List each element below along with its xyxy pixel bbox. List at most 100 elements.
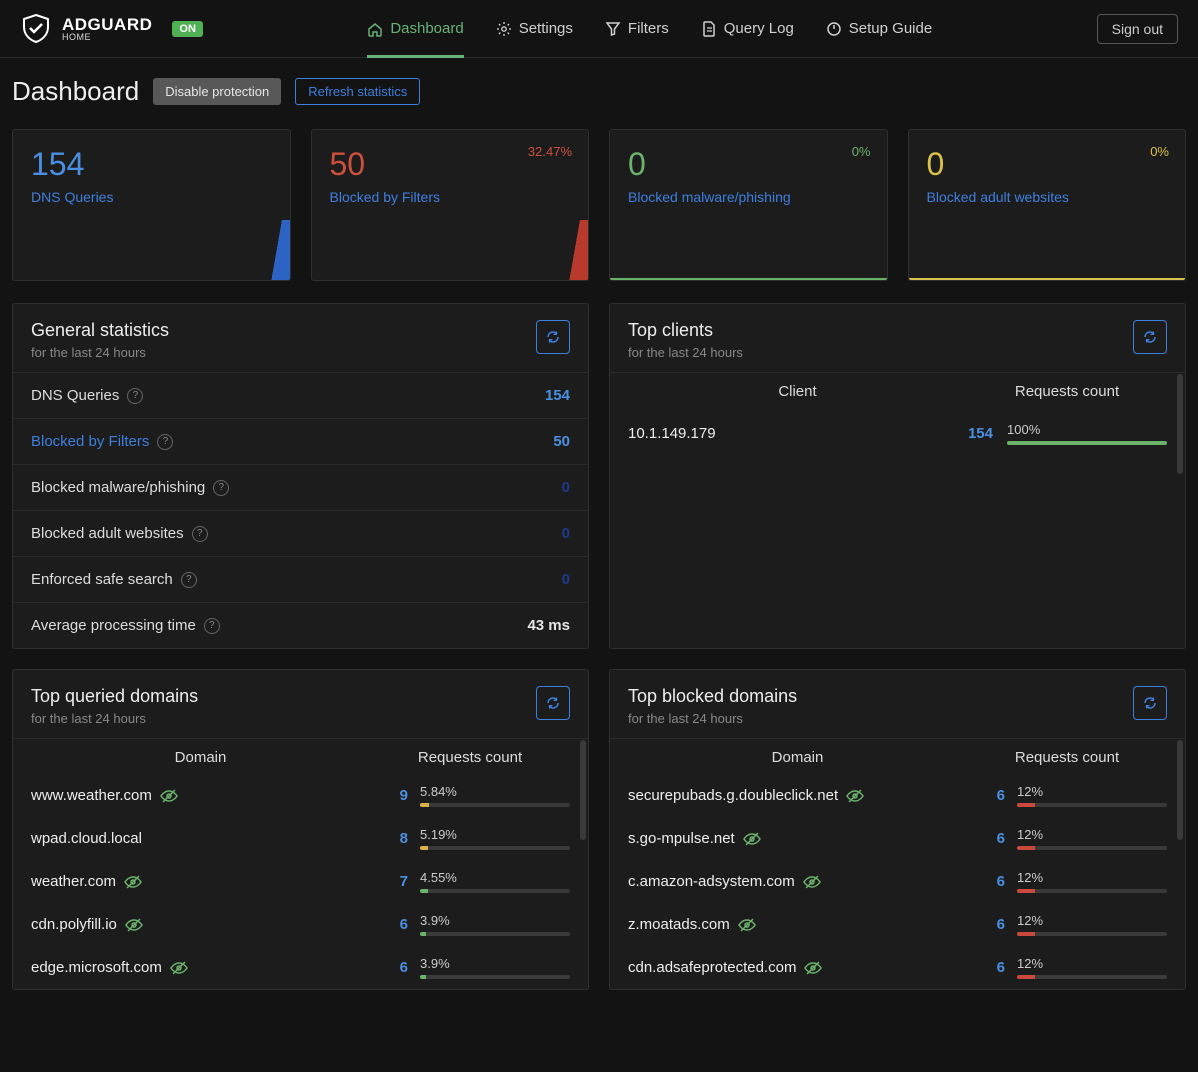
stat-label[interactable]: DNS Queries xyxy=(31,189,272,205)
disable-protection-button[interactable]: Disable protection xyxy=(153,78,281,105)
count-link[interactable]: 6 xyxy=(969,916,1005,933)
stat-name: Blocked adult websites ? xyxy=(31,525,208,542)
pct-cell: 12% xyxy=(1017,956,1167,979)
help-icon[interactable]: ? xyxy=(213,480,229,496)
domain-cell: s.go-mpulse.net xyxy=(628,830,957,848)
tracker-icon[interactable] xyxy=(170,959,188,977)
power-icon xyxy=(826,21,842,37)
tracker-icon[interactable] xyxy=(124,873,142,891)
help-icon[interactable]: ? xyxy=(157,434,173,450)
help-icon[interactable]: ? xyxy=(192,526,208,542)
pct-cell: 12% xyxy=(1017,784,1167,807)
domain-cell: z.moatads.com xyxy=(628,916,957,934)
document-icon xyxy=(701,21,717,37)
count-link[interactable]: 6 xyxy=(969,873,1005,890)
panel-subtitle: for the last 24 hours xyxy=(31,345,536,360)
stat-value: 154 xyxy=(31,146,272,183)
count-link[interactable]: 6 xyxy=(969,959,1005,976)
nav-dashboard[interactable]: Dashboard xyxy=(367,0,463,58)
page-title: Dashboard xyxy=(12,76,139,107)
stat-label[interactable]: Blocked by Filters xyxy=(330,189,571,205)
nav-filters[interactable]: Filters xyxy=(605,0,669,58)
domain-cell: edge.microsoft.com xyxy=(31,959,360,977)
stat-value[interactable]: 50 xyxy=(553,433,570,450)
panel-title: Top clients xyxy=(628,320,1133,341)
logo[interactable]: ADGUARD HOME ON xyxy=(20,13,203,45)
help-icon[interactable]: ? xyxy=(127,388,143,404)
panel-top-queried: Top queried domains for the last 24 hour… xyxy=(12,669,589,990)
refresh-button[interactable] xyxy=(1133,686,1167,720)
stat-cards: 154 DNS Queries 32.47% 50 Blocked by Fil… xyxy=(12,129,1186,281)
panel-title: Top queried domains xyxy=(31,686,536,707)
tracker-icon[interactable] xyxy=(743,830,761,848)
stat-name[interactable]: Blocked by Filters ? xyxy=(31,433,173,450)
pct-cell: 100% xyxy=(1007,422,1167,445)
table-row: s.go-mpulse.net 612% xyxy=(610,817,1185,860)
help-icon[interactable]: ? xyxy=(181,572,197,588)
tracker-icon[interactable] xyxy=(160,787,178,805)
help-icon[interactable]: ? xyxy=(204,618,220,634)
nav-settings[interactable]: Settings xyxy=(496,0,573,58)
main-nav: Dashboard Settings Filters Query Log Set… xyxy=(203,0,1097,58)
table-row: z.moatads.com 6 12% xyxy=(610,903,1185,946)
refresh-icon xyxy=(545,329,561,345)
stat-label[interactable]: Blocked adult websites xyxy=(927,189,1168,205)
refresh-button[interactable] xyxy=(1133,320,1167,354)
tracker-icon[interactable] xyxy=(803,873,821,891)
refresh-button[interactable] xyxy=(536,686,570,720)
tracker-icon[interactable] xyxy=(804,959,822,977)
stat-card-blocked: 32.47% 50 Blocked by Filters xyxy=(311,129,590,281)
count-link[interactable]: 8 xyxy=(372,830,408,847)
shield-icon xyxy=(20,13,52,45)
funnel-icon xyxy=(605,21,621,37)
col-header-requests: Requests count xyxy=(967,749,1167,766)
stat-card-adult: 0% 0 Blocked adult websites xyxy=(908,129,1187,281)
stat-value: 0 xyxy=(628,146,869,183)
table-row: edge.microsoft.com 63.9% xyxy=(13,946,588,989)
count-link[interactable]: 9 xyxy=(372,787,408,804)
page-header: Dashboard Disable protection Refresh sta… xyxy=(12,76,1186,107)
pct-cell: 12% xyxy=(1017,913,1167,936)
stat-value: 0 xyxy=(562,571,570,588)
home-icon xyxy=(367,21,383,37)
stat-row: Blocked by Filters ? 50 xyxy=(13,419,588,465)
panel-subtitle: for the last 24 hours xyxy=(628,711,1133,726)
scrollbar[interactable] xyxy=(580,740,586,840)
table-row: wpad.cloud.local85.19% xyxy=(13,817,588,860)
domain-cell: cdn.adsafeprotected.com xyxy=(628,959,957,977)
tracker-icon[interactable] xyxy=(125,916,143,934)
pct-cell: 5.84% xyxy=(420,784,570,807)
nav-setupguide[interactable]: Setup Guide xyxy=(826,0,932,58)
nav-querylog[interactable]: Query Log xyxy=(701,0,794,58)
stat-value: 43 ms xyxy=(527,617,570,634)
brand-text: ADGUARD xyxy=(62,16,152,33)
stat-card-dns: 154 DNS Queries xyxy=(12,129,291,281)
stat-name: DNS Queries ? xyxy=(31,387,143,404)
col-header-client: Client xyxy=(628,383,967,400)
brand-sub: HOME xyxy=(62,33,152,42)
scrollbar[interactable] xyxy=(1177,374,1183,474)
stat-label[interactable]: Blocked malware/phishing xyxy=(628,189,869,205)
count-link[interactable]: 6 xyxy=(372,916,408,933)
domain-cell: weather.com xyxy=(31,873,360,891)
refresh-button[interactable] xyxy=(536,320,570,354)
domain-cell: www.weather.com xyxy=(31,787,360,805)
pct-cell: 5.19% xyxy=(420,827,570,850)
count-link[interactable]: 6 xyxy=(969,787,1005,804)
tracker-icon[interactable] xyxy=(738,916,756,934)
stat-value: 0 xyxy=(927,146,1168,183)
client-cell[interactable]: 10.1.149.179 xyxy=(628,425,949,442)
count-link[interactable]: 6 xyxy=(372,959,408,976)
count-link[interactable]: 7 xyxy=(372,873,408,890)
panel-top-blocked: Top blocked domains for the last 24 hour… xyxy=(609,669,1186,990)
refresh-statistics-button[interactable]: Refresh statistics xyxy=(295,78,420,105)
stat-name: Blocked malware/phishing ? xyxy=(31,479,229,496)
signout-button[interactable]: Sign out xyxy=(1097,14,1178,44)
pct-cell: 12% xyxy=(1017,870,1167,893)
panel-top-clients: Top clients for the last 24 hours Client… xyxy=(609,303,1186,649)
domain-cell: cdn.polyfill.io xyxy=(31,916,360,934)
tracker-icon[interactable] xyxy=(846,787,864,805)
scrollbar[interactable] xyxy=(1177,740,1183,840)
count-link[interactable]: 154 xyxy=(949,425,993,442)
count-link[interactable]: 6 xyxy=(969,830,1005,847)
